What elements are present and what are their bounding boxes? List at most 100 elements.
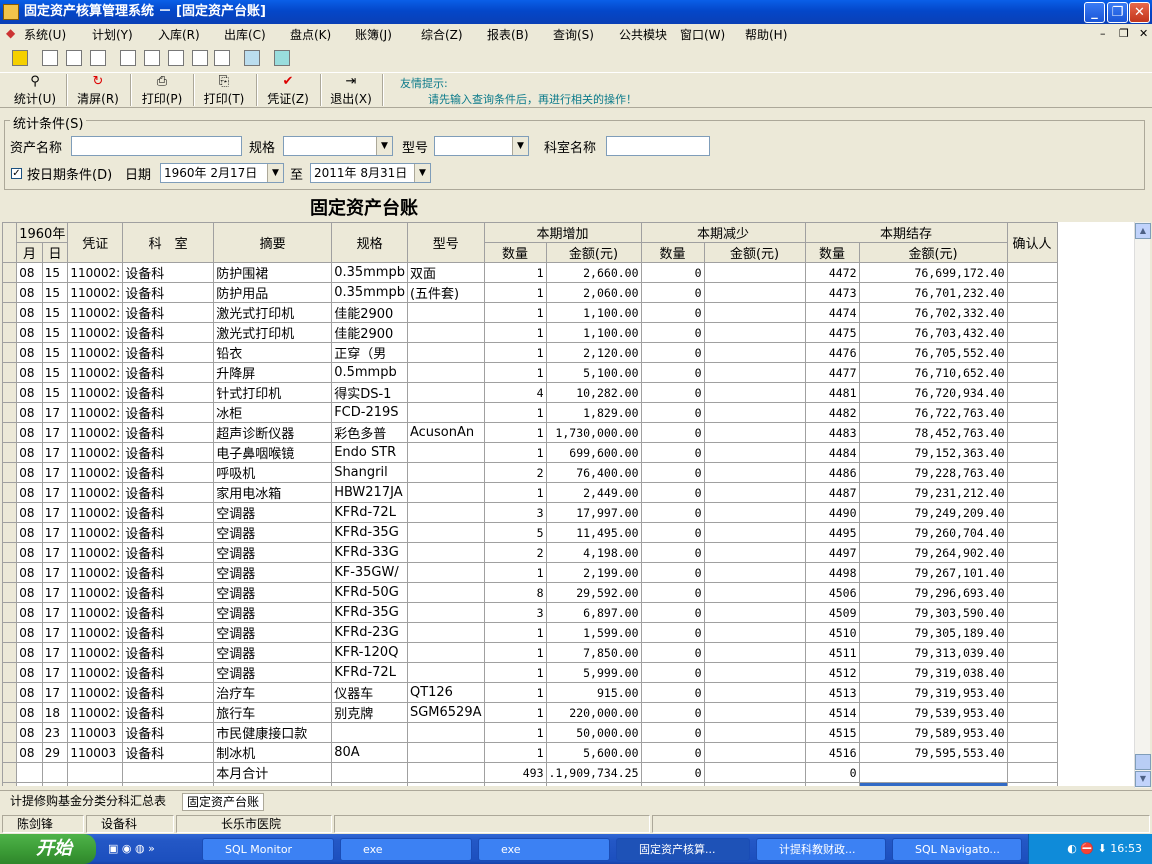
cell-summary[interactable]: 空调器 [213,662,333,683]
menu-query[interactable]: 查询(S) [553,26,594,43]
row-indicator[interactable] [2,662,18,683]
cell-summary[interactable]: 市民健康接口款 [213,722,333,743]
cell-inc-qty[interactable]: 1 [483,322,547,343]
cell-day[interactable]: 17 [41,642,69,663]
cell-day[interactable]: 17 [41,542,69,563]
quicklaunch[interactable]: ▣ ◉ ◍ » [104,838,174,861]
cell-model[interactable] [406,762,485,783]
mdi-minimize-button[interactable]: – [1100,27,1106,40]
cell-bal-qty[interactable]: 4474 [804,302,860,323]
cell-spec[interactable]: 0.35mmpb [331,262,408,283]
cell-dec-qty[interactable]: 0 [640,582,705,603]
cell-dec-qty[interactable]: 0 [640,502,705,523]
cell-dec-qty[interactable]: 0 [640,362,705,383]
row-indicator[interactable] [2,342,18,363]
cell-dec-amt[interactable] [703,662,806,683]
cell-dec-amt[interactable] [703,542,806,563]
table-row[interactable]: 08 17 110002: 设备科 呼吸机 Shangril 2 76,400.00 0 4486… [2,462,1058,483]
cell-model[interactable] [406,482,485,503]
cell-summary[interactable]: 激光式打印机 [213,322,333,343]
cell-summary[interactable]: 空调器 [213,502,333,523]
cell-dec-qty[interactable]: 0 [640,702,705,723]
cell-voucher[interactable]: 110002: [67,542,124,563]
model-select[interactable]: ▼ [434,136,529,156]
spec-select[interactable]: ▼ [283,136,393,156]
cell-summary[interactable]: 空调器 [213,602,333,623]
table-row[interactable]: 08 15 110002: 设备科 激光式打印机 佳能2900 1 1,100.00 0 4475… [2,322,1058,343]
cell-inc-amt[interactable]: 1,730,000.00 [545,422,642,443]
row-indicator[interactable] [2,462,18,483]
row-indicator[interactable] [2,582,18,603]
thermometer-icon[interactable] [12,50,28,66]
cell-bal-amt[interactable]: 79,264,902.40 [858,542,1008,563]
cell-month[interactable]: 08 [16,422,43,443]
table-row[interactable]: 08 15 110002: 设备科 激光式打印机 佳能2900 1 1,100.00 0 4474… [2,302,1058,323]
cell-dec-amt[interactable] [703,502,806,523]
row-indicator[interactable] [2,422,18,443]
cell-summary[interactable]: 防护围裙 [213,262,333,283]
scroll-up-icon[interactable]: ▲ [1135,223,1151,239]
row-indicator[interactable] [2,702,18,723]
cell-bal-amt[interactable]: 76,720,934.40 [858,382,1008,403]
cell-dec-amt[interactable] [703,702,806,723]
cell-bal-amt[interactable]: 79,313,039.40 [858,642,1008,663]
cell-dec-qty[interactable]: 0 [640,302,705,323]
menu-window[interactable]: 窗口(W) [680,26,725,43]
cell-model[interactable] [406,562,485,583]
cell-inc-qty[interactable]: 2 [483,462,547,483]
row-indicator[interactable] [2,322,18,343]
cell-bal-qty[interactable]: 4513 [804,682,860,703]
row-indicator[interactable] [2,482,18,503]
cell-confirm[interactable] [1006,722,1058,743]
cell-month[interactable]: 08 [16,322,43,343]
cell-inc-qty[interactable]: 1 [483,662,547,683]
cell-voucher[interactable]: 110002: [67,402,124,423]
cell-summary[interactable]: 空调器 [213,542,333,563]
cell-voucher[interactable]: 110002: [67,662,124,683]
cell-model[interactable] [406,342,485,363]
cell-day[interactable]: 17 [41,442,69,463]
cell-inc-amt[interactable]: 76,400.00 [545,462,642,483]
cell-model[interactable] [406,302,485,323]
app-icon[interactable] [3,4,19,20]
scroll-thumb[interactable] [1135,754,1151,770]
cell-summary[interactable]: 铅衣 [213,342,333,363]
menu-plan[interactable]: 计划(Y) [92,26,133,43]
cell-spec[interactable]: 别克牌 [331,702,408,723]
cell-bal-qty[interactable]: 4516 [804,742,860,763]
cell-dec-amt[interactable] [703,622,806,643]
cell-month[interactable]: 08 [16,382,43,403]
cell-inc-amt[interactable]: 915.00 [545,682,642,703]
table-row[interactable]: 08 17 110002: 设备科 冰柜 FCD-219S 1 1,829.00 0 4482 76… [2,402,1058,423]
cell-bal-qty[interactable]: 4512 [804,662,860,683]
cell-summary[interactable]: 空调器 [213,622,333,643]
cell-inc-amt[interactable]: 1,100.00 [545,322,642,343]
cell-dec-amt[interactable] [703,282,806,303]
cell-dec-amt[interactable] [703,642,806,663]
cell-inc-amt[interactable]: 29,592.00 [545,582,642,603]
cell-dec-amt[interactable] [703,582,806,603]
cell-voucher[interactable]: 110002: [67,342,124,363]
books-icon[interactable] [214,50,230,66]
cell-dept[interactable]: 设备科 [122,482,215,503]
cell-day[interactable]: 17 [41,422,69,443]
cell-month[interactable]: 08 [16,402,43,423]
cell-model[interactable] [406,722,485,743]
cell-dec-qty[interactable]: 0 [640,402,705,423]
cell-confirm[interactable] [1006,622,1058,643]
cell-spec[interactable]: KFRd-35G [331,522,408,543]
cell-bal-qty[interactable]: 4475 [804,322,860,343]
cell-summary[interactable]: 治疗车 [213,682,333,703]
cell-spec[interactable]: KFR-120Q [331,642,408,663]
cell-inc-qty[interactable]: 1 [483,402,547,423]
cell-confirm[interactable] [1006,662,1058,683]
cell-dept[interactable] [122,762,215,783]
cell-day[interactable]: 15 [41,362,69,383]
vertical-scrollbar[interactable]: ▲ ▼ [1134,222,1151,788]
cell-bal-qty[interactable]: 4506 [804,582,860,603]
cell-confirm[interactable] [1006,402,1058,423]
cell-spec[interactable]: Shangril [331,462,408,483]
cell-spec[interactable]: KFRd-72L [331,502,408,523]
cell-bal-amt[interactable] [858,762,1008,783]
mdi-close-button[interactable]: ✕ [1139,27,1148,40]
